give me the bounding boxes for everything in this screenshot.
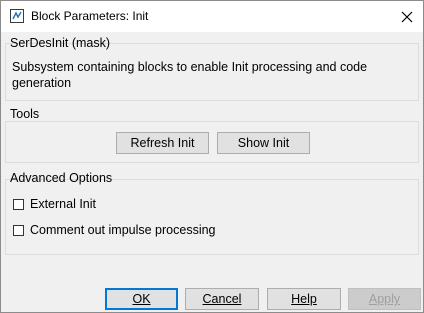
external-init-checkbox[interactable] — [13, 198, 24, 210]
tools-group — [5, 121, 419, 163]
comment-out-impulse-row[interactable]: Comment out impulse processing — [13, 223, 216, 237]
help-label: Help — [291, 292, 317, 306]
apply-button[interactable]: Apply — [348, 288, 421, 310]
cancel-label: Cancel — [202, 292, 242, 306]
mask-description: Subsystem containing blocks to enable In… — [12, 60, 368, 90]
simulink-block-icon — [10, 9, 24, 23]
window-title: Block Parameters: Init — [31, 9, 149, 23]
external-init-row[interactable]: External Init — [13, 197, 96, 211]
comment-out-impulse-label: Comment out impulse processing — [30, 223, 216, 237]
close-button[interactable] — [391, 1, 423, 32]
ok-button[interactable]: OK — [105, 288, 178, 310]
show-init-button[interactable]: Show Init — [217, 132, 310, 154]
tools-group-label: Tools — [10, 107, 40, 121]
cancel-button[interactable]: Cancel — [185, 288, 259, 310]
advanced-options-group — [5, 179, 419, 255]
title-bar: Block Parameters: Init — [1, 1, 423, 32]
apply-label: Apply — [368, 292, 401, 306]
help-button[interactable]: Help — [267, 288, 341, 310]
ok-label: OK — [132, 292, 151, 306]
refresh-init-button[interactable]: Refresh Init — [116, 132, 209, 154]
comment-out-impulse-checkbox[interactable] — [13, 224, 24, 236]
close-icon — [401, 11, 413, 22]
advanced-options-label: Advanced Options — [10, 171, 113, 185]
block-parameters-dialog: Block Parameters: Init SerDesInit (mask)… — [0, 0, 424, 313]
mask-group-label: SerDesInit (mask) — [10, 36, 111, 50]
external-init-label: External Init — [30, 197, 97, 211]
